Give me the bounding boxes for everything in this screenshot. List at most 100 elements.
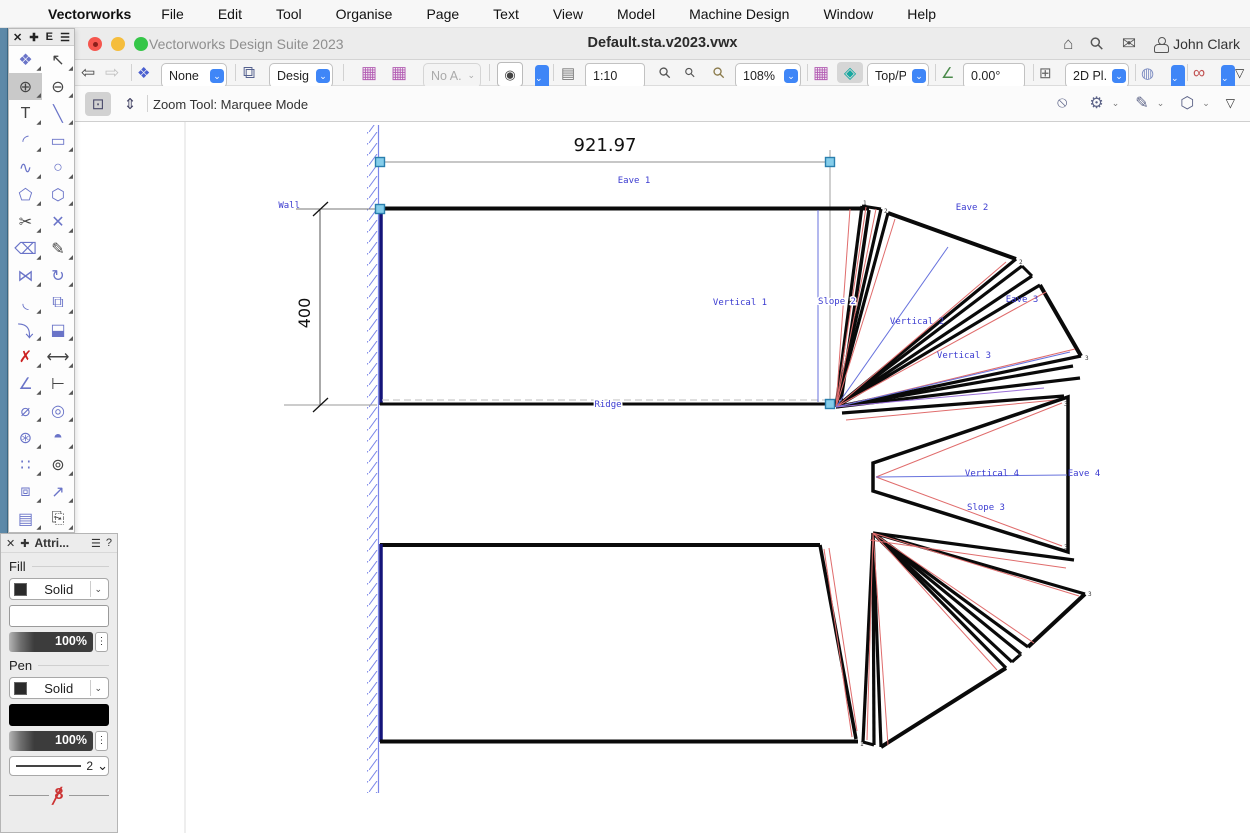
title-block-tool[interactable]: ▤◢ xyxy=(9,505,42,532)
stereo-glasses-icon[interactable]: ∞ xyxy=(1193,60,1205,85)
marker-style-row[interactable]: 8╱ xyxy=(9,786,109,804)
fill-color-bar[interactable] xyxy=(9,605,109,627)
menu-icon[interactable]: ☰ xyxy=(91,537,101,550)
selection-tool[interactable]: ↖◢ xyxy=(42,46,74,73)
scale-icon[interactable]: ▤ xyxy=(561,60,575,85)
menu-item-model[interactable]: Model xyxy=(617,6,655,22)
menu-item-help[interactable]: Help xyxy=(907,6,936,22)
menu-item-vectorworks[interactable]: Vectorworks xyxy=(48,6,131,22)
interactive-mode-button[interactable]: ⇕ xyxy=(117,92,143,116)
text-tool[interactable]: T◢ xyxy=(9,100,42,127)
top-fan-panels[interactable] xyxy=(836,206,1081,413)
selection-handle[interactable] xyxy=(826,400,835,409)
delete-vertex-tool[interactable]: ✕◢ xyxy=(42,208,74,235)
flyover-tool[interactable]: ❖◢ xyxy=(9,46,42,73)
selection-handle[interactable] xyxy=(376,158,385,167)
viewport-icon[interactable]: ▦ xyxy=(391,60,407,85)
offset-tool[interactable]: ⧉◢ xyxy=(42,289,74,316)
zoom-in-tool[interactable]: ⊕◢ xyxy=(9,73,42,100)
menu-item-window[interactable]: Window xyxy=(823,6,873,22)
magnifier-icon[interactable]: ⚲ xyxy=(706,60,731,85)
design-layer-dropdown[interactable]: Desig... ⌄ xyxy=(269,63,333,88)
render-mode-icon[interactable]: ◍ xyxy=(1141,60,1154,85)
gear-icon[interactable]: ⚙ xyxy=(1089,93,1103,113)
menu-item-edit[interactable]: Edit xyxy=(218,6,242,22)
zoom-dropdown[interactable]: 108% ⌄ xyxy=(735,63,801,88)
user-name[interactable]: John Clark xyxy=(1173,36,1240,52)
viewport-crop-icon[interactable]: ▦ xyxy=(361,60,377,85)
clip-tool[interactable]: ⧈◢ xyxy=(9,478,42,505)
add-icon[interactable]: ✚ xyxy=(29,31,38,44)
help-icon[interactable]: ? xyxy=(106,537,112,549)
selection-handle[interactable] xyxy=(826,158,835,167)
rotate-tool[interactable]: ↻◢ xyxy=(42,262,74,289)
polygon-tool[interactable]: ⬠◢ xyxy=(9,181,42,208)
height-dimension[interactable]: 400 xyxy=(284,202,377,412)
sheet-icon[interactable]: ⊞ xyxy=(1039,60,1052,85)
fill-opacity-slider[interactable]: 100% xyxy=(9,632,93,652)
extrude-tool[interactable]: ⬓◢ xyxy=(42,316,74,343)
freehand-tool[interactable]: ∿◢ xyxy=(9,154,42,181)
fill-style-dropdown[interactable]: Solid ⌄ xyxy=(9,578,109,600)
zoom-settings-icon[interactable]: ⦸ xyxy=(1057,94,1067,112)
chevron-down-icon[interactable]: ⌄ xyxy=(1202,98,1210,109)
reshape-tool[interactable]: ⬡◢ xyxy=(42,181,74,208)
class-dropdown[interactable]: None ⌄ xyxy=(161,63,227,88)
wheel-tool[interactable]: ⊛◢ xyxy=(9,424,42,451)
view-dropdown[interactable]: Top/P... ⌄ xyxy=(867,63,929,88)
eraser-tool[interactable]: ⌫◢ xyxy=(9,235,42,262)
tape-measure-tool[interactable]: ⟷◢ xyxy=(42,343,74,370)
line-weight-dropdown[interactable]: 2 ⌄ xyxy=(9,756,109,776)
move-by-points-tool[interactable]: ⤵◢ xyxy=(9,316,42,343)
menu-icon[interactable]: ☰ xyxy=(60,31,70,44)
menu-item-machine-design[interactable]: Machine Design xyxy=(689,6,789,22)
pen-color-bar[interactable] xyxy=(9,704,109,726)
mirror-tool[interactable]: ⋈◢ xyxy=(9,262,42,289)
toolbar-collapse-icon[interactable]: ▽ xyxy=(1235,60,1244,85)
fillet-tool[interactable]: ◟◢ xyxy=(9,289,42,316)
docked-palette-edge[interactable] xyxy=(0,28,8,533)
render-style-icon[interactable]: ✎ xyxy=(1135,93,1148,113)
layers-icon[interactable]: ⧉ xyxy=(243,60,255,85)
bottom-fan-panels[interactable] xyxy=(863,533,1085,747)
delete-tool[interactable]: ✗◢ xyxy=(9,343,42,370)
back-button[interactable]: ⇦ xyxy=(81,60,95,85)
selection-handles[interactable] xyxy=(376,158,835,409)
zoom-out-tool[interactable]: ⊖◢ xyxy=(42,73,74,100)
visibility-button[interactable]: ◉ xyxy=(497,62,523,87)
arc-tool[interactable]: ◜◢ xyxy=(9,127,42,154)
knife-tool[interactable]: ✂◢ xyxy=(9,208,42,235)
pen-style-dropdown[interactable]: Solid ⌄ xyxy=(9,677,109,699)
linear-dimension-tool[interactable]: ⊢◢ xyxy=(42,370,74,397)
chevron-down-icon[interactable]: ⌄ xyxy=(1157,98,1165,109)
shapes-icon[interactable]: ⬡ xyxy=(1180,93,1194,113)
center-mark-tool[interactable]: ◎◢ xyxy=(42,397,74,424)
menu-item-organise[interactable]: Organise xyxy=(336,6,393,22)
saved-views-icon[interactable]: ❖ xyxy=(137,60,150,85)
home-icon[interactable]: ⌂ xyxy=(1063,34,1073,54)
menu-item-text[interactable]: Text xyxy=(493,6,519,22)
angle-input[interactable]: 0.00° xyxy=(963,63,1025,88)
width-dimension[interactable]: 921.97 xyxy=(382,135,830,402)
add-icon[interactable]: ✚ xyxy=(20,537,29,550)
menu-item-file[interactable]: File xyxy=(161,6,184,22)
chevron-down-icon[interactable]: ⌄ xyxy=(1112,98,1120,109)
pen-opacity-slider[interactable]: 100% xyxy=(9,731,93,751)
close-icon[interactable]: ✕ xyxy=(13,31,22,44)
plane-dropdown[interactable]: 2D Pl... ⌄ xyxy=(1065,63,1129,88)
line-tool[interactable]: ╲◢ xyxy=(42,100,74,127)
selection-handle[interactable] xyxy=(376,205,385,214)
user-icon[interactable] xyxy=(1154,37,1167,51)
eyedropper-tool[interactable]: ✎◢ xyxy=(42,235,74,262)
pen-opacity-menu[interactable]: ⋮ xyxy=(95,731,108,751)
marquee-mode-button[interactable]: ⊡ xyxy=(85,92,111,116)
diameter-dimension-tool[interactable]: ⌀◢ xyxy=(9,397,42,424)
search-icon[interactable]: ⚲ xyxy=(1086,33,1109,56)
drawing-canvas[interactable]: 921.97 400 xyxy=(75,122,1250,833)
modebar-collapse-icon[interactable]: ▽ xyxy=(1226,96,1235,110)
target-tool[interactable]: ⊚◢ xyxy=(42,451,74,478)
vertical1-panel[interactable] xyxy=(380,207,869,405)
mail-icon[interactable]: ✉ xyxy=(1122,34,1136,54)
protractor-tool[interactable]: ◓◢ xyxy=(42,424,74,451)
bottom-panel[interactable] xyxy=(380,544,858,742)
